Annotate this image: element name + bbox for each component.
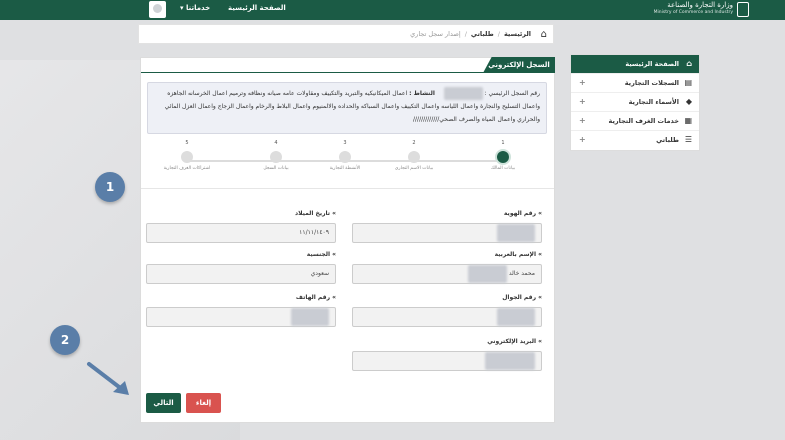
- sidebar-item-trade-names[interactable]: ◆ الأسماء التجارية +: [571, 93, 699, 112]
- step-5[interactable]: 5 اشتراكات الغرف التجارية: [157, 138, 217, 171]
- main-form-panel: السجل الإلكتروني رقم السجل الرئيسي : 000…: [140, 57, 555, 423]
- top-navigation-bar: وزارة التجارة والصناعة Ministry of Comme…: [0, 0, 785, 20]
- ministry-name-en: Ministry of Commerce and Industry: [653, 10, 733, 15]
- email-field: » البريد الإلكتروني xxxxxxxxxxxxxx: [352, 338, 542, 371]
- home-icon[interactable]: ⌂: [541, 29, 547, 40]
- phone-input[interactable]: 0000000000: [146, 307, 336, 327]
- sidebar-item-commercial-records[interactable]: ▤ السجلات التجارية +: [571, 74, 699, 93]
- sidebar-menu: ⌂ الصفحة الرئيسية ▤ السجلات التجارية + ◆…: [570, 54, 700, 151]
- record-info-box: رقم السجل الرئيسي : 0000000000 النشاط : …: [147, 82, 547, 134]
- tag-icon: ◆: [685, 97, 692, 106]
- field-label: » الجنسية: [306, 251, 336, 258]
- mobile-input[interactable]: 0000000000: [352, 307, 542, 327]
- step-2[interactable]: 2 بيانات الاسم التجاري: [384, 138, 444, 171]
- sidebar-item-label: طلباتي: [656, 136, 679, 144]
- step-label: بيانات المالك: [490, 166, 516, 171]
- activity-slashes: /////////////: [413, 116, 440, 123]
- ministry-logo-text: وزارة التجارة والصناعة Ministry of Comme…: [654, 1, 733, 17]
- nav-services-label: خدماتنا: [185, 4, 211, 12]
- home-icon: ⌂: [686, 59, 692, 68]
- step-number: 4: [274, 140, 278, 146]
- field-label: » تاريخ الميلاد: [294, 210, 336, 217]
- breadcrumb-item-current: إصدار سجل تجاري: [410, 30, 461, 38]
- nationality-field: » الجنسية سعودي: [146, 251, 336, 284]
- arabic-name-input[interactable]: محمد خالد xxxxxxxxxxx: [352, 264, 542, 284]
- nav-home-link[interactable]: الصفحة الرئيسية: [228, 4, 286, 12]
- birth-date-input[interactable]: ١١/١١/١٤٠٩: [146, 223, 336, 243]
- step-label: بيانات السجل: [263, 166, 289, 171]
- ministry-emblem-icon: [737, 2, 749, 17]
- sidebar-item-my-requests[interactable]: ☰ طلباتي +: [571, 131, 699, 150]
- redacted-value: 0000000000: [290, 308, 329, 326]
- document-icon: ▤: [684, 78, 692, 87]
- section-divider: [141, 188, 554, 189]
- user-avatar[interactable]: [149, 1, 166, 18]
- ministry-name-ar: وزارة التجارة والصناعة: [667, 1, 733, 9]
- id-number-field: » رقم الهوية 0000000000: [352, 210, 542, 243]
- step-dot: [497, 151, 509, 163]
- arabic-name-value: محمد خالد: [508, 270, 535, 277]
- field-label: » البريد الإلكتروني: [487, 338, 542, 345]
- activity-label: النشاط :: [409, 90, 435, 97]
- breadcrumb: ⌂ الرئيسية/طلباتي/إصدار سجل تجاري: [138, 24, 554, 44]
- breadcrumb-item-home[interactable]: الرئيسية: [504, 30, 531, 38]
- redacted-value: xxxxxxxxxxxxxx: [485, 352, 535, 370]
- step-1[interactable]: 1 بيانات المالك: [473, 138, 533, 171]
- list-icon: ☰: [684, 135, 692, 144]
- step-number: 2: [412, 140, 416, 146]
- expand-plus-icon[interactable]: +: [579, 135, 586, 144]
- callout-badge-2: 2: [50, 325, 80, 355]
- building-icon: ▦: [684, 116, 692, 125]
- field-label: » رقم الهاتف: [295, 294, 336, 301]
- arabic-name-field: » الإسم بالعربية محمد خالد xxxxxxxxxxx: [352, 251, 542, 284]
- step-dot: [408, 151, 420, 163]
- step-label: اشتراكات الغرف التجارية: [163, 166, 211, 171]
- panel-title: السجل الإلكتروني: [483, 57, 555, 73]
- step-dot: [270, 151, 282, 163]
- pointer-arrow-icon: [85, 360, 135, 400]
- step-number: 5: [185, 140, 189, 146]
- step-dot: [339, 151, 351, 163]
- expand-plus-icon[interactable]: +: [579, 78, 586, 87]
- step-dot: [181, 151, 193, 163]
- step-number: 1: [501, 140, 505, 146]
- email-input[interactable]: xxxxxxxxxxxxxx: [352, 351, 542, 371]
- breadcrumb-item-requests[interactable]: طلباتي: [471, 30, 494, 38]
- sidebar-item-label: خدمات الغرف التجارية: [608, 117, 679, 125]
- callout-badge-1: 1: [95, 172, 125, 202]
- mobile-field: » رقم الجوال 0000000000: [352, 294, 542, 327]
- redacted-value: 0000000000: [496, 224, 535, 242]
- step-label: الأنشطة التجارية: [329, 166, 361, 171]
- redacted-value: 0000000000: [496, 308, 535, 326]
- step-number: 3: [343, 140, 347, 146]
- redacted-value: xxxxxxxxxxx: [467, 265, 507, 283]
- expand-plus-icon[interactable]: +: [579, 116, 586, 125]
- step-4[interactable]: 4 بيانات السجل: [246, 138, 306, 171]
- cancel-button[interactable]: إلغاء: [186, 393, 221, 413]
- sidebar-item-label: الأسماء التجارية: [628, 98, 679, 106]
- sidebar-item-label: الصفحة الرئيسية: [625, 60, 679, 68]
- field-label: » رقم الهوية: [503, 210, 542, 217]
- step-3[interactable]: 3 الأنشطة التجارية: [315, 138, 375, 171]
- cr-number-redacted: 0000000000: [444, 87, 483, 100]
- step-label: بيانات الاسم التجاري: [394, 166, 434, 171]
- next-button[interactable]: التالي: [146, 393, 181, 413]
- sidebar-item-chamber-services[interactable]: ▦ خدمات الغرف التجارية +: [571, 112, 699, 131]
- progress-stepper: 1 بيانات المالك 2 بيانات الاسم التجاري 3…: [164, 138, 521, 171]
- birth-date-field: » تاريخ الميلاد ١١/١١/١٤٠٩: [146, 210, 336, 243]
- field-label: » رقم الجوال: [502, 294, 542, 301]
- sidebar-item-home[interactable]: ⌂ الصفحة الرئيسية: [571, 55, 699, 74]
- id-number-input[interactable]: 0000000000: [352, 223, 542, 243]
- field-label: » الإسم بالعربية: [494, 251, 542, 258]
- nationality-input[interactable]: سعودي: [146, 264, 336, 284]
- expand-plus-icon[interactable]: +: [579, 97, 586, 106]
- phone-field: » رقم الهاتف 0000000000: [146, 294, 336, 327]
- nav-services-menu[interactable]: ▾ خدماتنا: [180, 4, 210, 12]
- cr-number-label: رقم السجل الرئيسي :: [484, 90, 540, 97]
- sidebar-item-label: السجلات التجارية: [624, 79, 679, 87]
